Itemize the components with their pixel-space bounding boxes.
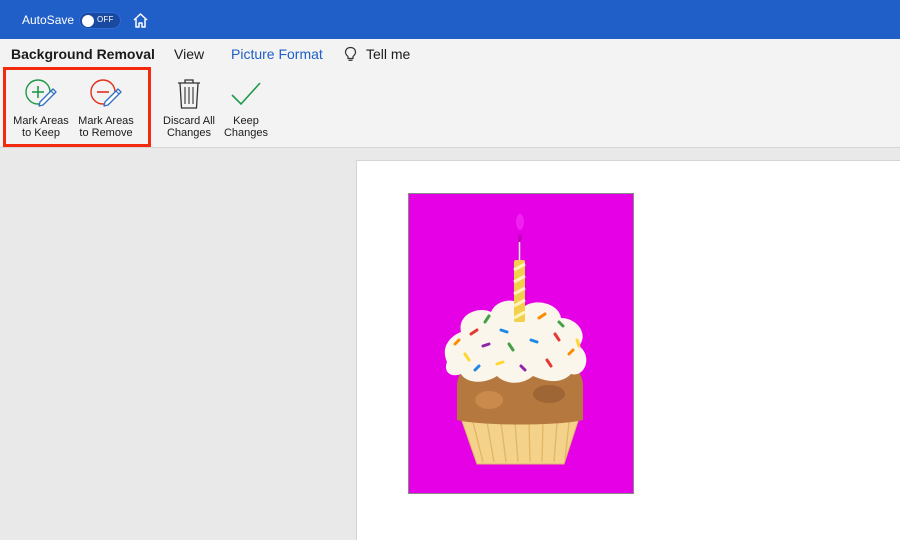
trash-icon — [178, 79, 200, 109]
keep-changes-line2: Changes — [223, 127, 269, 139]
autosave-toggle[interactable]: OFF — [79, 12, 121, 29]
keep-changes-line1: Keep — [233, 115, 259, 127]
keep-changes-button[interactable]: Keep Changes — [216, 69, 276, 148]
autosave-label: AutoSave — [22, 13, 75, 27]
cupcake-image — [409, 194, 633, 493]
tab-view[interactable]: View — [174, 46, 204, 62]
checkmark-icon — [231, 82, 261, 106]
picture-cupcake[interactable] — [408, 193, 634, 494]
discard-line1: Discard All — [163, 115, 215, 127]
autosave-state: OFF — [97, 15, 114, 24]
title-bar: AutoSave OFF — [0, 0, 900, 39]
highlight-box — [3, 67, 151, 147]
tell-me-label[interactable]: Tell me — [366, 46, 410, 62]
discard-line2: Changes — [166, 127, 212, 139]
toggle-knob — [82, 15, 94, 27]
tab-picture-format[interactable]: Picture Format — [231, 46, 323, 62]
tab-bar: Background Removal View Picture Format T… — [0, 39, 900, 69]
lightbulb-icon — [344, 46, 357, 61]
home-icon[interactable] — [131, 11, 150, 30]
tab-background-removal[interactable]: Background Removal — [11, 46, 155, 62]
discard-all-changes-button[interactable]: Discard All Changes — [156, 69, 222, 148]
